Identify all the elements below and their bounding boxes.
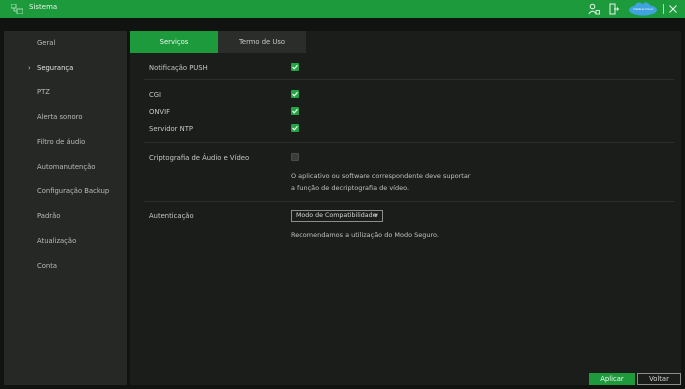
tab-termo-de-uso[interactable]: Termo de Uso bbox=[218, 31, 306, 53]
window-title: Sistema bbox=[29, 3, 58, 11]
check-icon bbox=[292, 64, 298, 70]
authentication-label: Autenticação bbox=[149, 212, 194, 220]
sidebar-item-label: Automanutenção bbox=[37, 163, 96, 171]
ntp-server-label: Servidor NTP bbox=[149, 125, 193, 133]
sidebar-item-geral[interactable]: Geral bbox=[4, 31, 127, 55]
sidebar-item-label: Geral bbox=[37, 39, 56, 47]
ntp-server-checkbox[interactable] bbox=[291, 124, 299, 132]
divider bbox=[144, 79, 674, 80]
encryption-note-line1: O aplicativo ou software correspondente … bbox=[291, 172, 471, 180]
check-icon bbox=[292, 108, 298, 114]
check-icon bbox=[292, 91, 298, 97]
sidebar-item-padrao[interactable]: Padrão bbox=[4, 204, 127, 228]
sidebar-item-label: Padrão bbox=[37, 212, 61, 220]
sidebar: Geral › Segurança PTZ Alerta sonoro Filt… bbox=[4, 31, 127, 385]
sidebar-item-alerta-sonoro[interactable]: Alerta sonoro bbox=[4, 105, 127, 129]
sidebar-item-label: Filtro de áudio bbox=[37, 138, 86, 146]
cloud-icon[interactable]: Intelbras Cloud bbox=[627, 2, 659, 16]
close-icon[interactable] bbox=[668, 3, 678, 15]
tab-bar: Serviços Termo de Uso bbox=[130, 31, 681, 53]
onvif-label: ONVIF bbox=[149, 108, 170, 116]
sidebar-item-label: Atualização bbox=[37, 237, 77, 245]
sidebar-item-ptz[interactable]: PTZ bbox=[4, 80, 127, 104]
authentication-note: Recomendamos a utilização do Modo Seguro… bbox=[291, 231, 439, 239]
sidebar-item-label: PTZ bbox=[37, 88, 50, 96]
authentication-select-value: Modo de Compatibilidade bbox=[296, 212, 377, 219]
encryption-checkbox[interactable] bbox=[291, 153, 299, 161]
tab-servicos[interactable]: Serviços bbox=[130, 31, 218, 53]
title-bar: Sistema Intelbras Cloud bbox=[0, 0, 685, 18]
onvif-checkbox[interactable] bbox=[291, 107, 299, 115]
encryption-note-line2: a função de decriptografia de vídeo. bbox=[291, 184, 410, 192]
user-icon[interactable] bbox=[588, 3, 600, 15]
sidebar-item-seguranca[interactable]: › Segurança bbox=[4, 56, 127, 80]
authentication-select[interactable]: Modo de Compatibilidade ▼ bbox=[291, 210, 383, 222]
sidebar-item-label: Alerta sonoro bbox=[37, 113, 83, 121]
cloud-label: Intelbras Cloud bbox=[633, 7, 653, 11]
cgi-label: CGI bbox=[149, 91, 162, 99]
sidebar-item-label: Configuração Backup bbox=[37, 187, 110, 195]
check-icon bbox=[292, 125, 298, 131]
system-icon bbox=[11, 4, 23, 14]
push-notification-checkbox[interactable] bbox=[291, 63, 299, 71]
encryption-label: Criptografia de Áudio e Vídeo bbox=[149, 154, 250, 162]
sidebar-item-label: Conta bbox=[37, 262, 58, 270]
sidebar-item-filtro-audio[interactable]: Filtro de áudio bbox=[4, 130, 127, 154]
logout-icon[interactable] bbox=[609, 3, 619, 15]
divider bbox=[144, 201, 674, 202]
sidebar-item-automanutencao[interactable]: Automanutenção bbox=[4, 155, 127, 179]
sidebar-item-label: Segurança bbox=[37, 64, 74, 72]
sidebar-item-configuracao-backup[interactable]: Configuração Backup bbox=[4, 179, 127, 203]
chevron-down-icon: ▼ bbox=[374, 213, 378, 219]
main-panel: Serviços Termo de Uso Notificação PUSH C… bbox=[130, 31, 681, 385]
cgi-checkbox[interactable] bbox=[291, 90, 299, 98]
back-button[interactable]: Voltar bbox=[637, 373, 681, 385]
titlebar-separator bbox=[663, 4, 664, 14]
apply-button[interactable]: Aplicar bbox=[589, 373, 635, 385]
divider bbox=[144, 142, 674, 143]
sidebar-item-conta[interactable]: Conta bbox=[4, 254, 127, 278]
push-notification-label: Notificação PUSH bbox=[149, 64, 208, 72]
chevron-right-icon: › bbox=[28, 64, 31, 72]
sidebar-item-atualizacao[interactable]: Atualização bbox=[4, 229, 127, 253]
